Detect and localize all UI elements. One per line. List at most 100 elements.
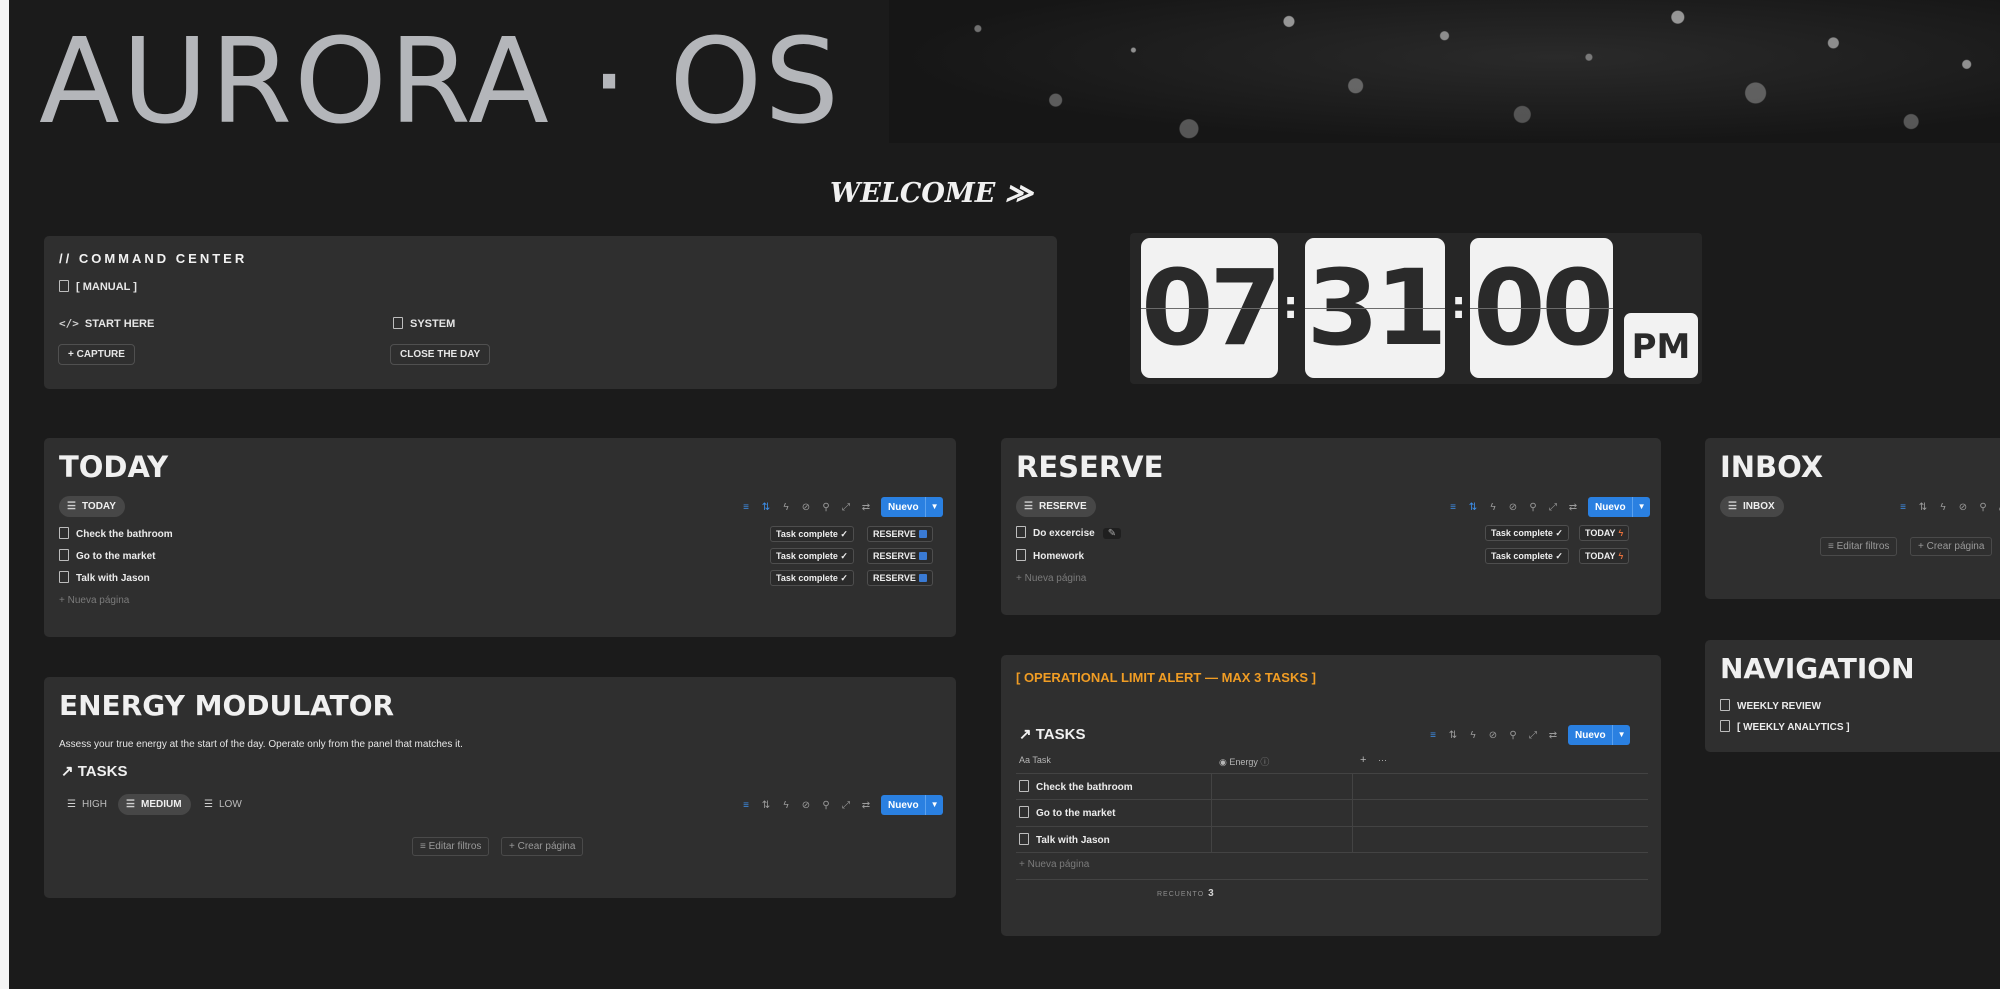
list-icon: ☰ bbox=[67, 799, 76, 810]
task-complete-button[interactable]: Task complete ✓ bbox=[770, 526, 854, 542]
sort-icon[interactable]: ⇅ bbox=[761, 800, 771, 811]
manual-link[interactable]: [ MANUAL ] bbox=[59, 280, 137, 293]
database-toolbar: ≡ ⇅ ϟ ⊘ ⚲ ⤢ bbox=[1898, 497, 2000, 517]
edit-filters-button[interactable]: ≡ Editar filtros bbox=[412, 837, 490, 856]
chevron-down-icon[interactable]: ▼ bbox=[924, 497, 944, 517]
today-title: TODAY bbox=[59, 450, 169, 484]
capture-button[interactable]: + CAPTURE bbox=[58, 344, 135, 365]
move-to-today-button[interactable]: TODAY ϟ bbox=[1579, 548, 1630, 564]
sort-icon[interactable]: ⇅ bbox=[1448, 730, 1458, 741]
edit-icon[interactable]: ✎ bbox=[1102, 528, 1122, 539]
automation-icon[interactable]: ϟ bbox=[1938, 502, 1948, 513]
search-off-icon[interactable]: ⊘ bbox=[1508, 502, 1518, 513]
new-page-button[interactable]: + Nueva página bbox=[1019, 859, 1089, 870]
table-divider bbox=[1016, 852, 1648, 853]
list-item[interactable]: Do excercise ✎ bbox=[1016, 526, 1122, 539]
table-row[interactable]: Go to the market bbox=[1019, 806, 1115, 819]
new-page-button[interactable]: + Nueva página bbox=[1016, 573, 1086, 584]
more-options-button[interactable]: ··· bbox=[1378, 755, 1387, 765]
chevron-down-icon[interactable]: ▼ bbox=[1631, 497, 1651, 517]
search-icon[interactable]: ⚲ bbox=[821, 502, 831, 513]
create-page-button[interactable]: + Crear página bbox=[501, 837, 584, 856]
task-complete-button[interactable]: Task complete ✓ bbox=[770, 548, 854, 564]
close-the-day-button[interactable]: CLOSE THE DAY bbox=[390, 344, 491, 365]
settings-icon[interactable]: ⇄ bbox=[1548, 730, 1558, 741]
start-here-link[interactable]: </> START HERE bbox=[59, 317, 154, 330]
expand-icon[interactable]: ⤢ bbox=[1548, 502, 1558, 513]
chevron-down-icon[interactable]: ▼ bbox=[1611, 725, 1631, 745]
weekly-review-link[interactable]: WEEKLY REVIEW bbox=[1720, 699, 1821, 712]
table-row[interactable]: Talk with Jason bbox=[1019, 833, 1110, 846]
filter-icon[interactable]: ≡ bbox=[1898, 502, 1908, 513]
list-item[interactable]: Talk with Jason bbox=[59, 571, 150, 584]
list-item[interactable]: Check the bathroom bbox=[59, 527, 173, 540]
settings-icon[interactable]: ⇄ bbox=[1568, 502, 1578, 513]
search-icon[interactable]: ⚲ bbox=[821, 800, 831, 811]
search-off-icon[interactable]: ⊘ bbox=[1958, 502, 1968, 513]
chevron-down-icon[interactable]: ▼ bbox=[924, 795, 944, 815]
view-tab-medium[interactable]: ☰ MEDIUM bbox=[118, 794, 191, 815]
view-tab-high[interactable]: ☰ HIGH bbox=[59, 794, 116, 815]
move-to-reserve-button[interactable]: RESERVE bbox=[867, 526, 933, 542]
search-icon[interactable]: ⚲ bbox=[1978, 502, 1988, 513]
task-complete-button[interactable]: Task complete ✓ bbox=[1485, 548, 1569, 564]
move-to-reserve-button[interactable]: RESERVE bbox=[867, 570, 933, 586]
page-icon bbox=[1016, 549, 1026, 561]
view-tab-inbox[interactable]: ☰ INBOX bbox=[1720, 496, 1784, 517]
task-complete-button[interactable]: Task complete ✓ bbox=[770, 570, 854, 586]
operational-limit-alert: [ OPERATIONAL LIMIT ALERT — MAX 3 TASKS … bbox=[1016, 670, 1316, 685]
table-row[interactable]: Check the bathroom bbox=[1019, 780, 1133, 793]
view-tab-reserve[interactable]: ☰ RESERVE bbox=[1016, 496, 1096, 517]
tasks-link[interactable]: ↗ TASKS bbox=[1019, 725, 1085, 743]
list-item[interactable]: Homework bbox=[1016, 549, 1084, 562]
view-tab-today[interactable]: ☰ TODAY bbox=[59, 496, 125, 517]
expand-icon[interactable]: ⤢ bbox=[841, 502, 851, 513]
filter-icon[interactable]: ≡ bbox=[1428, 730, 1438, 741]
filter-icon[interactable]: ≡ bbox=[741, 800, 751, 811]
search-icon[interactable]: ⚲ bbox=[1528, 502, 1538, 513]
page-icon bbox=[59, 527, 69, 539]
list-item[interactable]: Go to the market bbox=[59, 549, 155, 562]
search-icon[interactable]: ⚲ bbox=[1508, 730, 1518, 741]
search-off-icon[interactable]: ⊘ bbox=[801, 502, 811, 513]
column-header-task[interactable]: Aa Task bbox=[1019, 755, 1051, 765]
new-button[interactable]: Nuevo ▼ bbox=[881, 795, 944, 815]
move-to-today-button[interactable]: TODAY ϟ bbox=[1579, 525, 1630, 541]
new-button[interactable]: Nuevo ▼ bbox=[881, 497, 944, 517]
add-column-button[interactable]: + bbox=[1360, 754, 1366, 766]
search-off-icon[interactable]: ⊘ bbox=[801, 800, 811, 811]
filter-icon[interactable]: ≡ bbox=[741, 502, 751, 513]
table-divider bbox=[1352, 773, 1353, 852]
task-complete-button[interactable]: Task complete ✓ bbox=[1485, 525, 1569, 541]
settings-icon[interactable]: ⇄ bbox=[861, 502, 871, 513]
clock-minutes: 31 bbox=[1305, 238, 1445, 378]
move-to-reserve-button[interactable]: RESERVE bbox=[867, 548, 933, 564]
new-page-button[interactable]: + Nueva página bbox=[59, 595, 129, 606]
view-tab-low[interactable]: ☰ LOW bbox=[196, 794, 251, 815]
code-icon: </> bbox=[59, 317, 79, 330]
settings-icon[interactable]: ⇄ bbox=[861, 800, 871, 811]
edit-filters-button[interactable]: ≡ Editar filtros bbox=[1820, 537, 1898, 556]
sort-icon[interactable]: ⇅ bbox=[1918, 502, 1928, 513]
inbox-title: INBOX bbox=[1720, 450, 1824, 484]
search-off-icon[interactable]: ⊘ bbox=[1488, 730, 1498, 741]
system-link[interactable]: SYSTEM bbox=[393, 317, 455, 330]
create-page-button[interactable]: + Crear página bbox=[1910, 537, 1993, 556]
automation-icon[interactable]: ϟ bbox=[781, 502, 791, 513]
sort-icon[interactable]: ⇅ bbox=[761, 502, 771, 513]
automation-icon[interactable]: ϟ bbox=[1488, 502, 1498, 513]
inbox-panel: INBOX ☰INBOX ≡ ⇅ ϟ ⊘ ⚲ ⤢ ≡ Editar filtro… bbox=[1705, 438, 2000, 599]
navigation-title: NAVIGATION bbox=[1720, 652, 1915, 685]
automation-icon[interactable]: ϟ bbox=[1468, 730, 1478, 741]
expand-icon[interactable]: ⤢ bbox=[1528, 730, 1538, 741]
sort-icon[interactable]: ⇅ bbox=[1468, 502, 1478, 513]
automation-icon[interactable]: ϟ bbox=[781, 800, 791, 811]
filter-icon[interactable]: ≡ bbox=[1448, 502, 1458, 513]
new-button[interactable]: Nuevo ▼ bbox=[1568, 725, 1631, 745]
new-button[interactable]: Nuevo ▼ bbox=[1588, 497, 1651, 517]
tasks-link[interactable]: ↗ TASKS bbox=[61, 762, 127, 780]
database-toolbar: ≡ ⇅ ϟ ⊘ ⚲ ⤢ ⇄ Nuevo ▼ bbox=[741, 795, 944, 815]
weekly-analytics-link[interactable]: [ WEEKLY ANALYTICS ] bbox=[1720, 720, 1850, 733]
column-header-energy[interactable]: ◉ Energy ⓘ bbox=[1219, 755, 1269, 768]
expand-icon[interactable]: ⤢ bbox=[841, 800, 851, 811]
